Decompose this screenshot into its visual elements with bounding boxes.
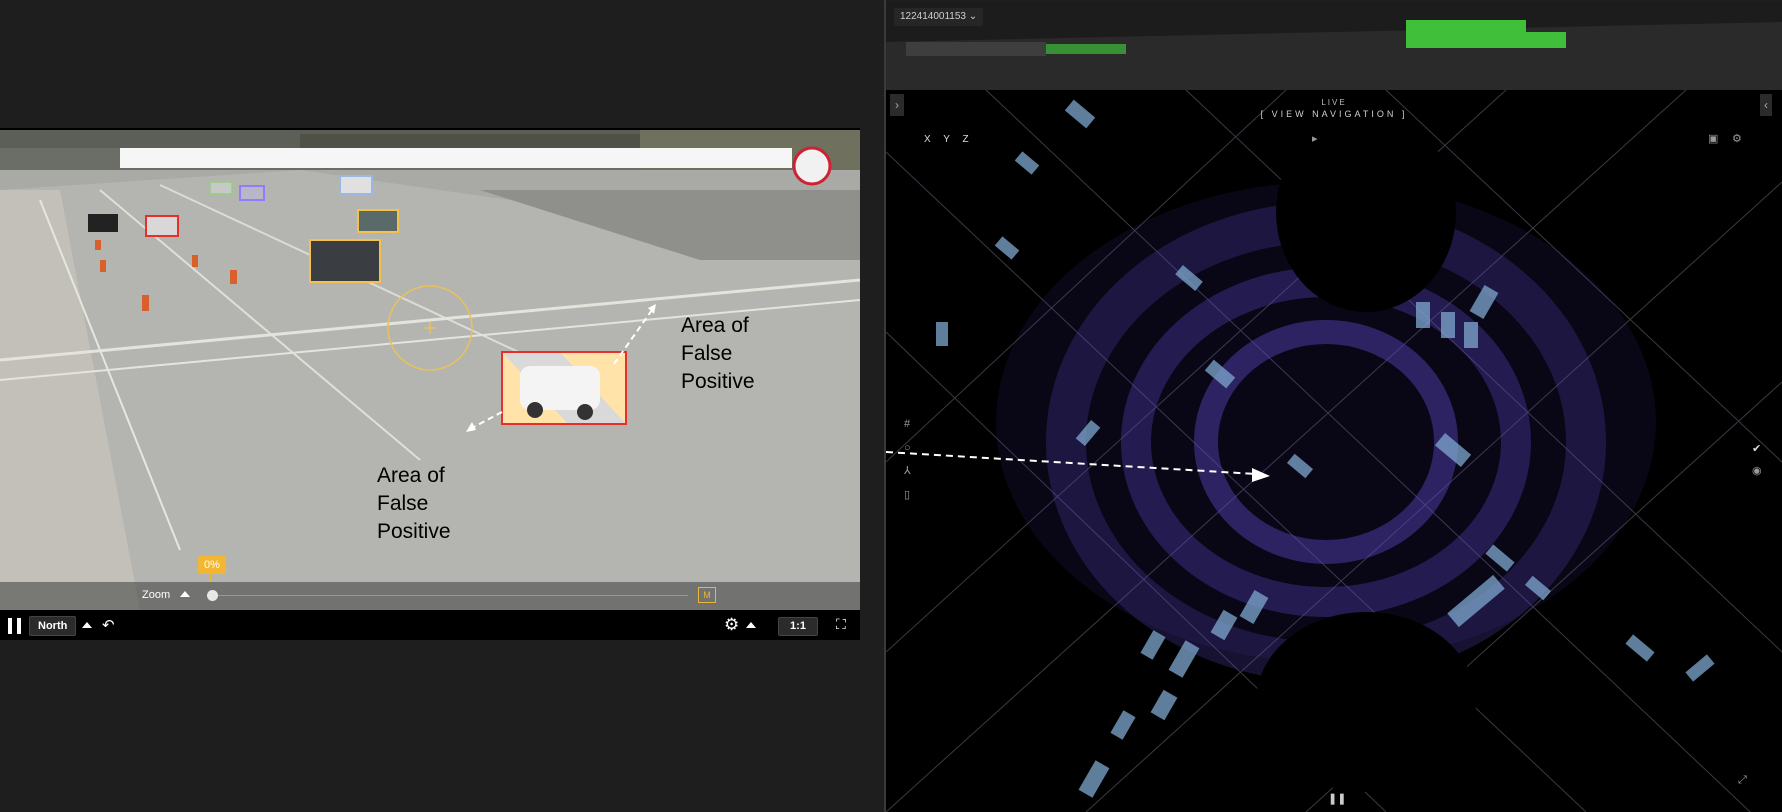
zoom-slider-track[interactable] xyxy=(212,595,688,596)
lidar-point-cloud[interactable] xyxy=(886,2,1782,812)
zoom-slider-handle[interactable] xyxy=(207,590,218,601)
back-arrow-icon[interactable]: ↶ xyxy=(102,616,115,634)
zoom-caret-icon[interactable] xyxy=(180,591,190,597)
settings-caret-icon[interactable] xyxy=(746,622,756,628)
false-positive-label-bottom: Area of False Positive xyxy=(377,464,451,543)
zoom-percent-badge: 0% xyxy=(198,556,226,574)
pause-button[interactable] xyxy=(8,618,22,634)
expand-icon[interactable]: ⤢ xyxy=(1738,774,1747,787)
pause-icon xyxy=(8,618,12,634)
view-direction-select[interactable]: North xyxy=(29,616,77,636)
camera-toolbar: North ↶ ⚙ 1:1 ⛶ xyxy=(0,610,860,640)
right-panel-toggle[interactable]: ‹ xyxy=(1760,94,1772,116)
gear-icon[interactable]: ⚙ xyxy=(724,615,739,635)
axis-icon[interactable]: ⅄ xyxy=(904,464,911,477)
live-label: LIVE xyxy=(1321,98,1347,107)
lidar-panel: 122414001153 ⌄ LIVE [ VIEW NAVIGATION ] … xyxy=(886,2,1782,812)
check-icon[interactable]: ✔ xyxy=(1752,442,1761,455)
false-positive-label-top: Area of False Positive xyxy=(681,314,755,393)
chevron-down-icon: ⌄ xyxy=(968,11,978,22)
collapse-panel-button[interactable]: › xyxy=(890,94,904,116)
camera-panel: Area of False Positive Area of False Pos… xyxy=(0,128,860,640)
zoom-label: Zoom xyxy=(142,589,171,601)
zoom-bar: 0% Zoom M xyxy=(0,556,860,610)
view-direction-label: North xyxy=(38,620,68,632)
chevron-left-icon: ‹ xyxy=(1764,98,1768,112)
cursor-icon[interactable]: ▸ xyxy=(1312,132,1318,145)
layers-icon[interactable]: ▯ xyxy=(904,488,910,501)
caret-up-icon[interactable] xyxy=(82,622,92,628)
gear-icon[interactable]: ⚙ xyxy=(1732,132,1742,145)
search-icon[interactable]: ○ xyxy=(904,442,911,454)
fullscreen-icon[interactable]: ⛶ xyxy=(836,616,846,633)
grid-icon[interactable]: # xyxy=(904,418,910,430)
ratio-button[interactable]: 1:1 xyxy=(778,617,818,636)
axes-label[interactable]: X Y Z xyxy=(924,134,969,145)
manual-mode-icon[interactable]: M xyxy=(698,587,716,603)
sensor-select[interactable]: 122414001153 ⌄ xyxy=(894,8,984,26)
toggle-icon[interactable]: ◉ xyxy=(1752,464,1762,477)
image-icon[interactable]: ▣ xyxy=(1708,132,1718,145)
chevron-right-icon: › xyxy=(895,98,899,112)
sensor-id-label: 122414001153 xyxy=(900,11,966,22)
pause-indicator-icon: ❚❚ xyxy=(1328,793,1347,805)
view-navigation-label: [ VIEW NAVIGATION ] xyxy=(1260,109,1408,119)
